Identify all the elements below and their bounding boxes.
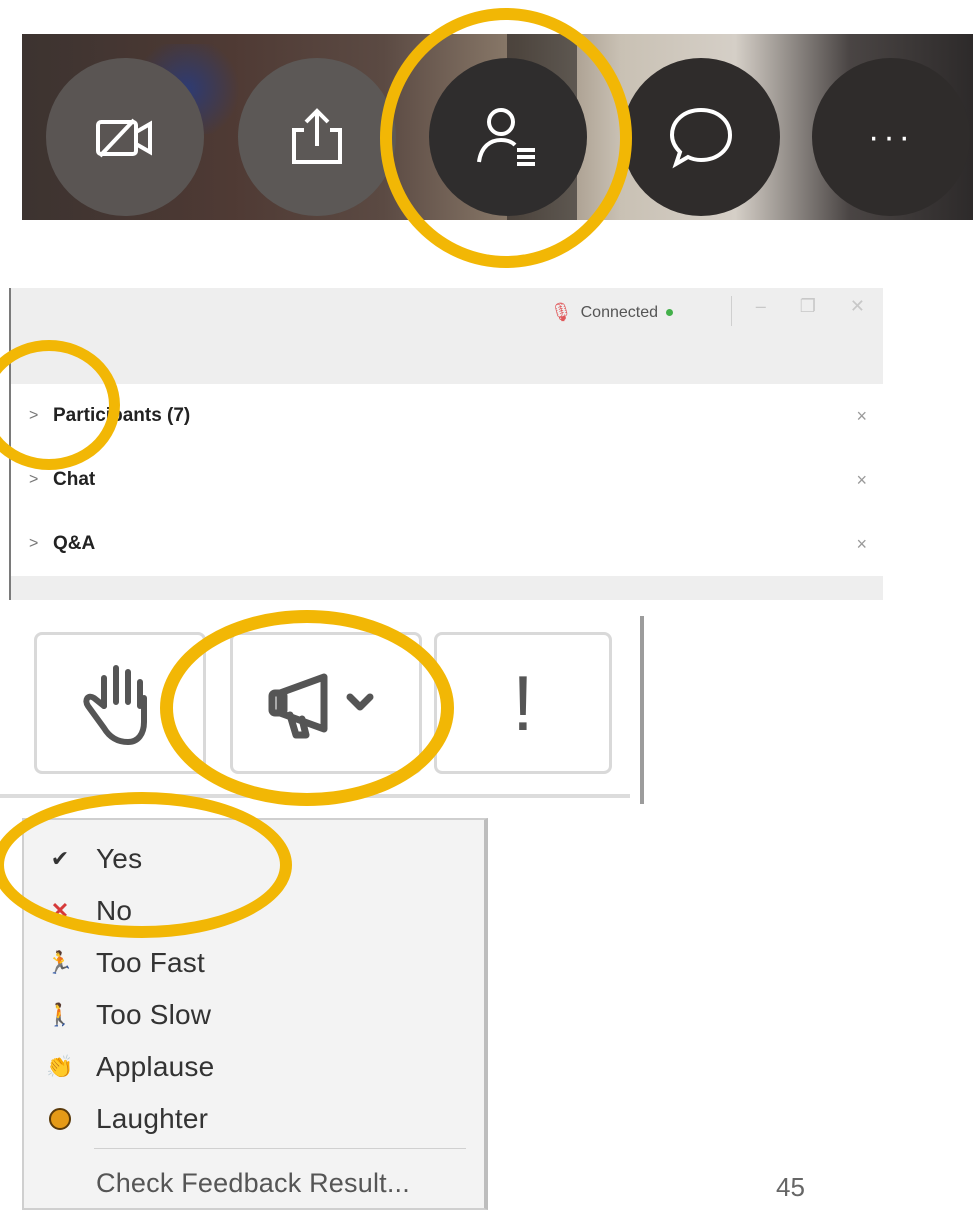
- chat-button[interactable]: [622, 58, 780, 216]
- panel-header: 🎙 Connected – ❐ ✕: [11, 288, 883, 384]
- close-panel-icon[interactable]: ×: [856, 406, 867, 427]
- megaphone-icon: [268, 673, 374, 739]
- menu-item-check-feedback-result[interactable]: Check Feedback Result...: [24, 1158, 484, 1208]
- restore-icon[interactable]: ❐: [800, 296, 816, 326]
- connection-status: 🎙 Connected: [550, 302, 673, 323]
- close-icon[interactable]: ✕: [850, 296, 865, 326]
- chevron-right-icon: >: [29, 407, 39, 424]
- raise-hand-icon: [83, 665, 147, 745]
- panel-row-label: Chat: [53, 469, 96, 490]
- runner-icon: 🏃: [46, 950, 74, 975]
- video-off-icon: [96, 118, 152, 158]
- minimize-icon[interactable]: –: [756, 296, 766, 326]
- more-icon: ···: [868, 117, 914, 156]
- menu-item-yes[interactable]: ✔ Yes: [24, 834, 484, 884]
- divider: [730, 296, 732, 326]
- status-dot: [666, 309, 673, 316]
- exclamation-icon: !: [512, 658, 534, 747]
- x-icon: ✕: [50, 898, 70, 923]
- panel-row-participants[interactable]: > Participants (7) ×: [11, 384, 883, 449]
- chat-icon: [669, 107, 733, 169]
- applause-icon: 👏: [46, 1054, 74, 1079]
- menu-item-too-slow[interactable]: 🚶 Too Slow: [24, 990, 484, 1040]
- chevron-right-icon: >: [29, 471, 39, 488]
- feedback-menu: ✔ Yes ✕ No 🏃 Too Fast 🚶 Too Slow 👏 Appla…: [22, 818, 488, 1210]
- panel-list: 🎙 Connected – ❐ ✕ > Participants (7) × >…: [9, 288, 883, 600]
- share-content-button[interactable]: [238, 58, 396, 216]
- menu-item-label: Too Slow: [96, 999, 212, 1030]
- toolbar-baseline: [0, 794, 630, 798]
- walker-icon: 🚶: [46, 1002, 74, 1027]
- menu-item-label: No: [96, 895, 133, 926]
- close-panel-icon[interactable]: ×: [856, 470, 867, 491]
- toolbar-divider: [640, 616, 644, 804]
- window-controls: – ❐ ✕: [730, 296, 865, 326]
- menu-item-label: Yes: [96, 843, 143, 874]
- menu-item-too-fast[interactable]: 🏃 Too Fast: [24, 938, 484, 988]
- participants-icon: [477, 108, 535, 166]
- page-number: 45: [776, 1172, 805, 1202]
- participants-button[interactable]: [429, 58, 587, 216]
- menu-item-label: Check Feedback Result...: [96, 1167, 410, 1198]
- panel-footer: [11, 576, 883, 600]
- feedback-dropdown-button[interactable]: [230, 632, 422, 774]
- menu-item-applause[interactable]: 👏 Applause: [24, 1042, 484, 1092]
- alert-button[interactable]: !: [434, 632, 612, 774]
- menu-item-label: Too Fast: [96, 947, 205, 978]
- menu-item-label: Applause: [96, 1051, 215, 1082]
- chevron-right-icon: >: [29, 535, 39, 552]
- stop-video-button[interactable]: [46, 58, 204, 216]
- panel-row-qa[interactable]: > Q&A ×: [11, 512, 883, 577]
- check-icon: ✔: [50, 846, 70, 871]
- panel-row-label: Participants (7): [53, 405, 191, 426]
- close-panel-icon[interactable]: ×: [856, 534, 867, 555]
- microphone-icon: 🎙: [549, 302, 573, 322]
- connection-status-label: Connected: [580, 303, 658, 321]
- raise-hand-button[interactable]: [34, 632, 206, 774]
- menu-item-no[interactable]: ✕ No: [24, 886, 484, 936]
- panel-row-chat[interactable]: > Chat ×: [11, 448, 883, 513]
- menu-separator: [94, 1148, 466, 1149]
- laughter-icon: [24, 1108, 96, 1130]
- meeting-toolbar: ···: [22, 34, 973, 220]
- panel-row-label: Q&A: [53, 533, 96, 554]
- share-icon: [292, 108, 342, 164]
- menu-item-label: Laughter: [96, 1103, 209, 1134]
- menu-item-laughter[interactable]: Laughter: [24, 1094, 484, 1144]
- more-options-button[interactable]: ···: [812, 58, 970, 216]
- feedback-toolbar: !: [0, 612, 640, 802]
